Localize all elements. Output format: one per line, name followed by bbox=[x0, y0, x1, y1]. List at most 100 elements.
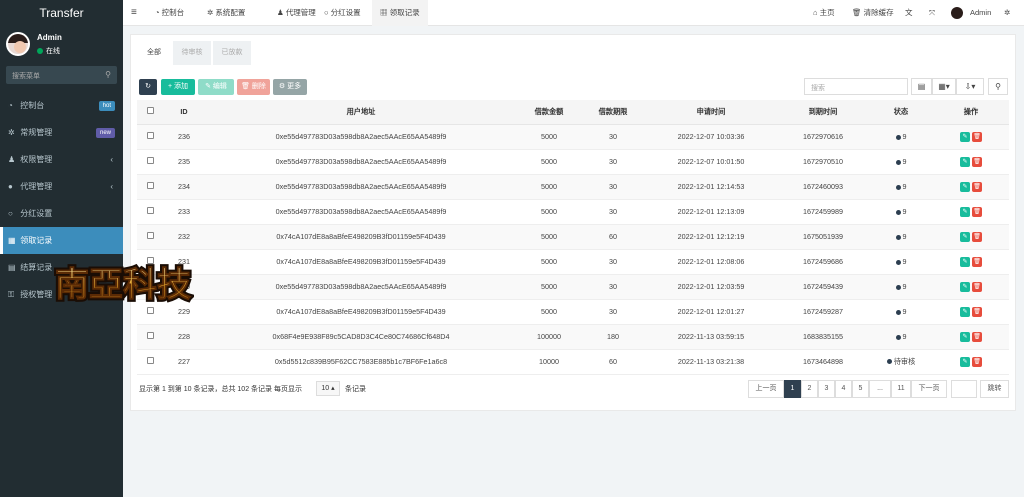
delete-row-icon[interactable]: 🗑 bbox=[972, 206, 982, 217]
page-button[interactable]: 1 bbox=[784, 380, 801, 398]
delete-row-icon[interactable]: 🗑 bbox=[972, 256, 982, 267]
delete-row-icon[interactable]: 🗑 bbox=[972, 356, 982, 367]
row-checkbox[interactable] bbox=[137, 324, 163, 350]
tab-pending[interactable]: 待审核 bbox=[173, 41, 211, 65]
col-apply-time[interactable]: 申请时间 bbox=[645, 100, 777, 125]
col-amount[interactable]: 借款金额 bbox=[517, 100, 581, 125]
toggle-view-icon[interactable]: ▤ bbox=[911, 78, 932, 95]
table-row[interactable]: 231 0x74cA107dE8a8aBfeE498209B3fD01159e5F… bbox=[137, 249, 1009, 275]
tab-dividend[interactable]: ○ 分红设置 bbox=[316, 0, 369, 26]
cell-amount: 5000 bbox=[517, 249, 581, 275]
sidebar-item-agent[interactable]: ● 代理管理 ‹ bbox=[0, 173, 123, 200]
edit-row-icon[interactable]: ✎ bbox=[960, 181, 970, 192]
table-row[interactable]: 229 0x74cA107dE8a8aBfeE498209B3fD01159e5F… bbox=[137, 299, 1009, 325]
row-checkbox[interactable] bbox=[137, 124, 163, 150]
next-page-button[interactable]: 下一页 bbox=[911, 380, 947, 398]
refresh-button[interactable]: ↻ bbox=[139, 79, 157, 95]
sidebar-item-dashboard[interactable]: ◔ 控制台 hot bbox=[0, 92, 123, 119]
edit-row-icon[interactable]: ✎ bbox=[960, 281, 970, 292]
page-button[interactable]: 3 bbox=[818, 380, 835, 398]
col-address[interactable]: 用户地址 bbox=[205, 100, 517, 125]
row-checkbox[interactable] bbox=[137, 149, 163, 175]
delete-row-icon[interactable]: 🗑 bbox=[972, 231, 982, 242]
edit-row-icon[interactable]: ✎ bbox=[960, 306, 970, 317]
edit-row-icon[interactable]: ✎ bbox=[960, 356, 970, 367]
add-button[interactable]: + 添加 bbox=[161, 79, 195, 95]
sidebar-item-general[interactable]: ✲ 常规管理 new bbox=[0, 119, 123, 146]
page-button[interactable]: 4 bbox=[835, 380, 852, 398]
tab-dashboard[interactable]: ◔ 控制台 bbox=[147, 0, 192, 26]
table-search-input[interactable]: 搜索 bbox=[804, 78, 908, 95]
menu-search-input[interactable]: 搜索菜单 ⚲ bbox=[6, 66, 117, 84]
table-header: ID 用户地址 借款金额 借款期限 申请时间 到期时间 状态 操作 bbox=[137, 100, 1009, 125]
settings-icon[interactable]: ✲ bbox=[1004, 0, 1010, 26]
page-button[interactable]: 2 bbox=[801, 380, 818, 398]
top-username[interactable]: Admin bbox=[970, 0, 991, 26]
table-row[interactable]: 228 0x68F4e9E938F89c5CAD8D3C4Ce80C74686Cf… bbox=[137, 324, 1009, 350]
search-icon[interactable]: ⚲ bbox=[988, 78, 1008, 95]
edit-row-icon[interactable]: ✎ bbox=[960, 131, 970, 142]
col-term[interactable]: 借款期限 bbox=[581, 100, 645, 125]
cell-term: 30 bbox=[581, 124, 645, 150]
cell-address: 0x74cA107dE8a8aBfeE498209B3fD01159e5F4D4… bbox=[205, 299, 517, 325]
home-link[interactable]: ⌂ 主页 bbox=[813, 0, 835, 26]
language-icon[interactable]: 文 bbox=[905, 0, 913, 26]
delete-button[interactable]: 🗑 删除 bbox=[237, 79, 270, 95]
top-avatar[interactable] bbox=[951, 0, 963, 26]
prev-page-button[interactable]: 上一页 bbox=[748, 380, 784, 398]
tab-claim-records[interactable]: ▦ 领取记录 bbox=[372, 0, 428, 26]
delete-row-icon[interactable]: 🗑 bbox=[972, 331, 982, 342]
row-checkbox[interactable] bbox=[137, 199, 163, 225]
table-row[interactable]: 232 0x74cA107dE8a8aBfeE498209B3fD01159e5F… bbox=[137, 224, 1009, 250]
delete-row-icon[interactable]: 🗑 bbox=[972, 281, 982, 292]
table-row[interactable]: 234 0xe55d497783D03a598db8A2aec5AAcE65AA5… bbox=[137, 174, 1009, 200]
row-checkbox[interactable] bbox=[137, 224, 163, 250]
tab-paid[interactable]: 已放款 bbox=[213, 41, 251, 65]
edit-row-icon[interactable]: ✎ bbox=[960, 256, 970, 267]
delete-row-icon[interactable]: 🗑 bbox=[972, 156, 982, 167]
cell-actions: ✎ 🗑 bbox=[933, 124, 1009, 150]
table-row[interactable]: 236 0xe55d497783D03a598db8A2aec5AAcE65AA5… bbox=[137, 124, 1009, 150]
delete-row-icon[interactable]: 🗑 bbox=[972, 306, 982, 317]
cell-due-time: 1672970616 bbox=[777, 124, 869, 150]
page-button[interactable]: 11 bbox=[891, 380, 911, 398]
edit-button[interactable]: ✎ 编辑 bbox=[198, 79, 234, 95]
page-size-select[interactable]: 10 ▴ bbox=[316, 381, 340, 396]
delete-row-icon[interactable]: 🗑 bbox=[972, 181, 982, 192]
cell-due-time: 1672459686 bbox=[777, 249, 869, 275]
col-due-time[interactable]: 到期时间 bbox=[777, 100, 869, 125]
list-icon: ▤ bbox=[8, 263, 16, 272]
menu-toggle-icon[interactable]: ≡ bbox=[131, 0, 137, 26]
columns-icon[interactable]: ▦▾ bbox=[932, 78, 956, 95]
col-status[interactable]: 状态 bbox=[869, 100, 933, 125]
edit-row-icon[interactable]: ✎ bbox=[960, 231, 970, 242]
table-row[interactable]: 235 0xe55d497783D03a598db8A2aec5AAcE65AA5… bbox=[137, 149, 1009, 175]
col-id[interactable]: ID bbox=[163, 100, 205, 125]
status-dot-icon bbox=[895, 134, 901, 140]
export-icon[interactable]: ⇩▾ bbox=[956, 78, 984, 95]
edit-row-icon[interactable]: ✎ bbox=[960, 156, 970, 167]
tab-all[interactable]: 全部 bbox=[137, 41, 171, 65]
delete-row-icon[interactable]: 🗑 bbox=[972, 131, 982, 142]
sidebar-item-claim-records[interactable]: ▦ 领取记录 bbox=[0, 227, 123, 254]
status-dot-icon bbox=[895, 184, 901, 190]
sidebar-item-permission[interactable]: ♟ 权限管理 ‹ bbox=[0, 146, 123, 173]
fullscreen-icon[interactable]: ⤧ bbox=[929, 0, 935, 26]
table-row[interactable]: 233 0xe55d497783D03a598db8A2aec5AAcE65AA5… bbox=[137, 199, 1009, 225]
row-checkbox[interactable] bbox=[137, 174, 163, 200]
jump-button[interactable]: 跳转 bbox=[980, 380, 1009, 398]
jump-page-input[interactable] bbox=[951, 380, 977, 398]
chevron-left-icon: ‹ bbox=[110, 182, 113, 191]
edit-row-icon[interactable]: ✎ bbox=[960, 206, 970, 217]
select-all-checkbox[interactable] bbox=[137, 100, 163, 125]
clear-cache-button[interactable]: 🗑 清除缓存 bbox=[852, 0, 894, 26]
table-row[interactable]: 227 0x5d5512c839B95F62CC7583E885b1c7BF6Fe… bbox=[137, 349, 1009, 375]
tab-system-config[interactable]: ✲ 系统配置 bbox=[199, 0, 253, 26]
table-row[interactable]: 230 0xe55d497783D03a598db8A2aec5AAcE65AA5… bbox=[137, 274, 1009, 300]
status-dot-icon bbox=[895, 259, 901, 265]
edit-row-icon[interactable]: ✎ bbox=[960, 331, 970, 342]
row-checkbox[interactable] bbox=[137, 349, 163, 375]
more-button[interactable]: ⚙ 更多 bbox=[273, 79, 307, 95]
sidebar-item-dividend[interactable]: ○ 分红设置 bbox=[0, 200, 123, 227]
page-button[interactable]: 5 bbox=[852, 380, 869, 398]
